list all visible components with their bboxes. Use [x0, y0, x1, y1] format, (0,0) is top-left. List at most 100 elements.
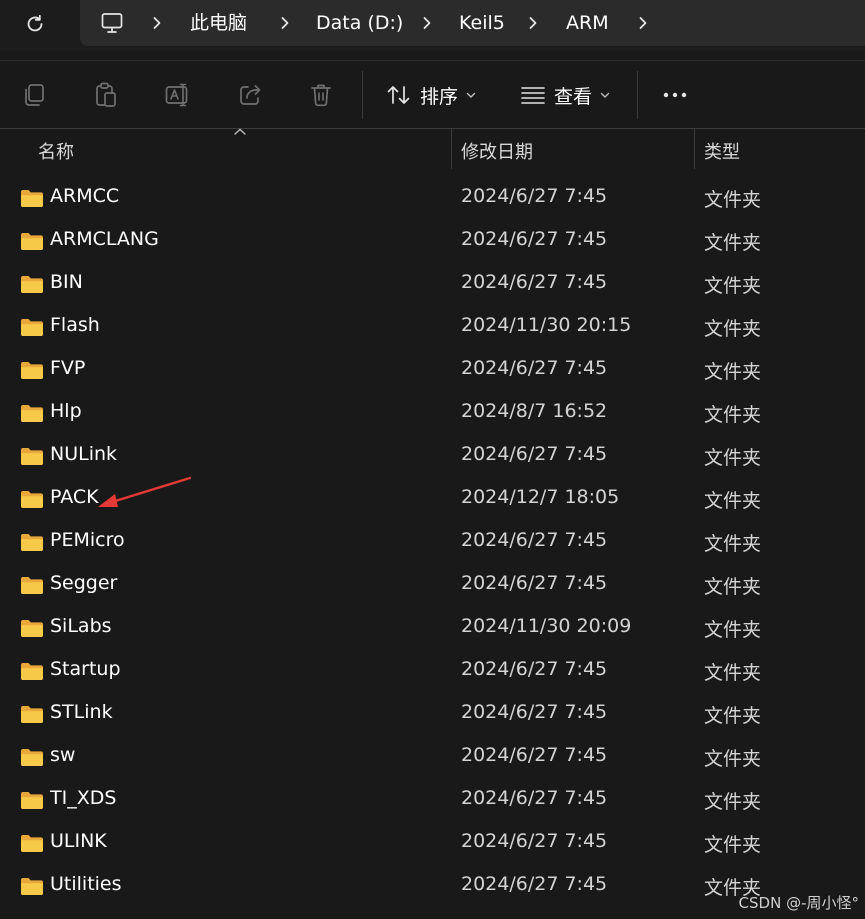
trash-icon	[311, 84, 331, 107]
file-modified-date: 2024/6/27 7:45	[461, 787, 608, 809]
file-name: Hlp	[50, 400, 82, 422]
folder-icon	[20, 447, 44, 466]
command-bar: 排序 查看	[0, 60, 865, 129]
share-icon	[240, 85, 261, 105]
file-modified-date: 2024/6/27 7:45	[461, 572, 608, 594]
file-row[interactable]: FVP 2024/6/27 7:45 文件夹	[0, 349, 865, 392]
chevron-down-icon	[600, 91, 610, 99]
file-modified-date: 2024/6/27 7:45	[461, 701, 608, 723]
file-modified-date: 2024/6/27 7:45	[461, 744, 608, 766]
file-modified-date: 2024/6/27 7:45	[461, 443, 608, 465]
file-type: 文件夹	[704, 705, 762, 727]
file-type: 文件夹	[704, 232, 762, 254]
folder-icon	[20, 877, 44, 896]
copy-icon	[25, 84, 44, 106]
sort-icon	[387, 86, 410, 104]
file-type: 文件夹	[704, 447, 762, 469]
file-modified-date: 2024/6/27 7:45	[461, 658, 608, 680]
file-modified-date: 2024/6/27 7:45	[461, 830, 608, 852]
folder-icon	[20, 232, 44, 251]
file-row[interactable]: Segger 2024/6/27 7:45 文件夹	[0, 564, 865, 607]
file-row[interactable]: ARMCLANG 2024/6/27 7:45 文件夹	[0, 220, 865, 263]
chevron-right-icon[interactable]	[522, 12, 544, 34]
file-row[interactable]: Hlp 2024/8/7 16:52 文件夹	[0, 392, 865, 435]
breadcrumb-arm[interactable]: ARM	[566, 10, 609, 36]
file-type: 文件夹	[704, 619, 762, 641]
rename-button[interactable]	[160, 77, 196, 113]
file-type: 文件夹	[704, 318, 762, 340]
file-name: sw	[50, 744, 76, 766]
folder-icon	[20, 834, 44, 853]
delete-button[interactable]	[303, 77, 339, 113]
address-bar[interactable]: 此电脑 Data (D:) Keil5 ARM	[80, 0, 865, 46]
file-modified-date: 2024/8/7 16:52	[461, 400, 608, 422]
refresh-button[interactable]	[16, 6, 54, 42]
column-name[interactable]: 名称	[38, 138, 74, 164]
view-icon	[521, 87, 545, 104]
folder-icon	[20, 576, 44, 595]
toolbar-divider	[637, 71, 638, 119]
folder-icon	[20, 748, 44, 767]
copy-button[interactable]	[16, 77, 52, 113]
rename-icon	[165, 83, 188, 107]
file-name: SiLabs	[50, 615, 112, 637]
breadcrumb-keil5[interactable]: Keil5	[459, 10, 505, 36]
paste-button[interactable]	[88, 77, 124, 113]
share-button[interactable]	[232, 77, 268, 113]
chevron-right-icon[interactable]	[274, 12, 296, 34]
file-name: Flash	[50, 314, 100, 336]
file-modified-date: 2024/6/27 7:45	[461, 185, 608, 207]
file-name: ULINK	[50, 830, 107, 852]
file-name: ARMCLANG	[50, 228, 159, 250]
column-modified[interactable]: 修改日期	[461, 138, 533, 164]
address-area: 此电脑 Data (D:) Keil5 ARM	[0, 0, 865, 50]
sort-ascending-icon	[234, 128, 246, 135]
column-type[interactable]: 类型	[704, 138, 740, 164]
folder-icon	[20, 404, 44, 423]
file-type: 文件夹	[704, 404, 762, 426]
file-row[interactable]: Flash 2024/11/30 20:15 文件夹	[0, 306, 865, 349]
file-row[interactable]: PEMicro 2024/6/27 7:45 文件夹	[0, 521, 865, 564]
file-modified-date: 2024/6/27 7:45	[461, 873, 608, 895]
file-type: 文件夹	[704, 533, 762, 555]
sort-label: 排序	[420, 85, 459, 108]
folder-icon	[20, 619, 44, 638]
file-type: 文件夹	[704, 275, 762, 297]
chevron-right-icon[interactable]	[632, 12, 654, 34]
file-row[interactable]: sw 2024/6/27 7:45 文件夹	[0, 736, 865, 779]
annotation-arrow	[98, 476, 192, 507]
file-row[interactable]: STLink 2024/6/27 7:45 文件夹	[0, 693, 865, 736]
file-name: Startup	[50, 658, 121, 680]
file-type: 文件夹	[704, 834, 762, 856]
file-name: Utilities	[50, 873, 122, 895]
file-row[interactable]: Utilities 2024/6/27 7:45 文件夹	[0, 865, 865, 908]
file-row[interactable]: BIN 2024/6/27 7:45 文件夹	[0, 263, 865, 306]
column-resize-handle[interactable]	[694, 129, 695, 169]
file-row[interactable]: TI_XDS 2024/6/27 7:45 文件夹	[0, 779, 865, 822]
toolbar-divider	[362, 71, 363, 119]
file-type: 文件夹	[704, 748, 762, 770]
file-row[interactable]: ARMCC 2024/6/27 7:45 文件夹	[0, 177, 865, 220]
computer-icon	[101, 13, 123, 33]
chevron-right-icon[interactable]	[146, 12, 168, 34]
chevron-right-icon[interactable]	[416, 12, 438, 34]
file-name: STLink	[50, 701, 113, 723]
file-row[interactable]: SiLabs 2024/11/30 20:09 文件夹	[0, 607, 865, 650]
breadcrumb-data-drive[interactable]: Data (D:)	[316, 10, 403, 36]
chevron-down-icon	[466, 91, 476, 99]
folder-icon	[20, 533, 44, 552]
sort-menu-button[interactable]: 排序	[386, 79, 476, 111]
file-row[interactable]: Startup 2024/6/27 7:45 文件夹	[0, 650, 865, 693]
file-modified-date: 2024/12/7 18:05	[461, 486, 620, 508]
watermark: CSDN @-周小怪°	[738, 894, 859, 912]
column-resize-handle[interactable]	[451, 129, 452, 169]
file-modified-date: 2024/6/27 7:45	[461, 357, 608, 379]
file-name: BIN	[50, 271, 83, 293]
more-options-button[interactable]	[657, 77, 693, 113]
view-menu-button[interactable]: 查看	[520, 79, 610, 111]
file-name: FVP	[50, 357, 86, 379]
file-row[interactable]: ULINK 2024/6/27 7:45 文件夹	[0, 822, 865, 865]
file-type: 文件夹	[704, 791, 762, 813]
this-pc-button[interactable]	[96, 8, 128, 38]
breadcrumb-this-pc[interactable]: 此电脑	[190, 10, 247, 36]
